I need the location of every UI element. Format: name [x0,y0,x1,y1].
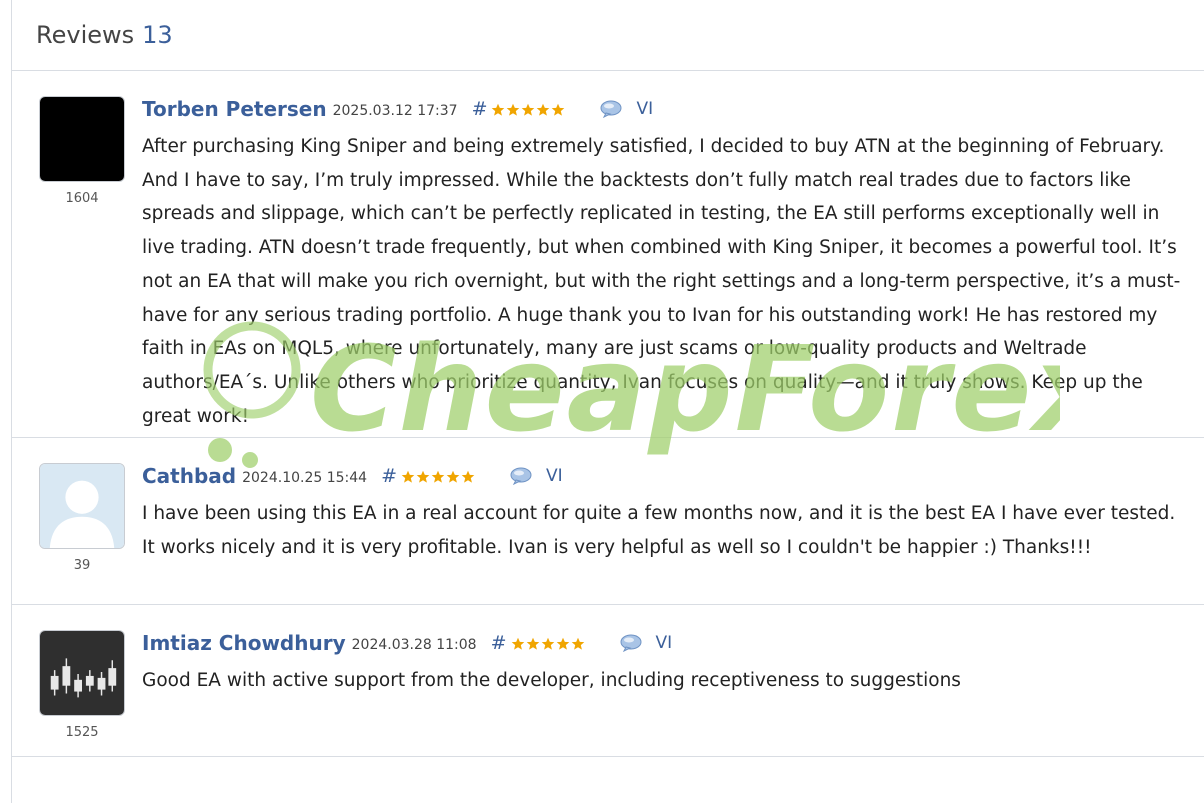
review-author-link[interactable]: Cathbad [142,464,236,488]
review-item: 39 Cathbad 2024.10.25 15:44 # VI I have … [12,438,1204,605]
review-date: 2024.10.25 15:44 [242,470,368,486]
translate-link[interactable]: VI [546,466,563,486]
star-icon [526,637,539,650]
star-rating [511,637,586,651]
star-icon [522,103,535,116]
translate-link[interactable]: VI [656,633,673,653]
star-icon [541,637,554,650]
review-text: After purchasing King Sniper and being e… [142,136,1181,427]
star-icon [571,637,584,650]
review-meta: Torben Petersen 2025.03.12 17:37 # VI [142,96,1186,122]
reviewer-rating: 39 [73,558,91,573]
reviewer-rating: 1604 [65,191,99,206]
star-icon [492,103,505,116]
review-meta: Cathbad 2024.10.25 15:44 # VI [142,463,1186,489]
review-meta: Imtiaz Chowdhury 2024.03.28 11:08 # VI [142,630,1186,656]
reviews-title: Reviews [36,21,135,49]
star-icon [431,470,445,483]
star-rating [491,103,566,117]
comment-icon[interactable] [600,100,622,118]
review-permalink[interactable]: # [381,465,397,487]
review-date: 2025.03.12 17:37 [332,103,458,119]
reviews-header: Reviews 13 [12,0,1204,71]
review-date: 2024.03.28 11:08 [351,637,477,653]
star-rating [401,470,476,484]
review-author-link[interactable]: Torben Petersen [142,97,327,121]
review-author-link[interactable]: Imtiaz Chowdhury [142,631,346,655]
reviewer-rating: 1525 [65,725,99,740]
review-text: Good EA with active support from the dev… [142,670,961,691]
reviewer-info: 1604 [38,96,126,206]
review-item: 1604 Torben Petersen 2025.03.12 17:37 # [12,71,1204,438]
reviewer-info: 1525 [38,630,126,740]
reviews-count[interactable]: 13 [142,21,173,49]
review-item: 1525 Imtiaz Chowdhury 2024.03.28 11:08 # [12,605,1204,757]
star-icon [511,637,524,650]
candlestick-chart-avatar[interactable] [39,630,125,716]
star-icon [461,470,475,483]
star-icon [552,103,565,116]
review-permalink[interactable]: # [472,98,488,120]
reviewer-info: 39 [38,463,126,573]
default-user-avatar[interactable] [39,463,125,549]
star-icon [556,637,569,650]
star-icon [537,103,550,116]
comment-icon[interactable] [510,467,532,485]
star-icon [507,103,520,116]
review-text: I have been using this EA in a real acco… [142,503,1176,558]
star-icon [446,470,460,483]
star-icon [401,470,415,483]
review-permalink[interactable]: # [491,632,507,654]
comment-icon[interactable] [620,634,642,652]
review-content: Imtiaz Chowdhury 2024.03.28 11:08 # VI G… [142,630,1186,698]
star-icon [416,470,430,483]
reviews-panel: Reviews 13 1604 Torben Petersen 2025.03.… [11,0,1204,803]
black-square-avatar[interactable] [39,96,125,182]
review-content: Torben Petersen 2025.03.12 17:37 # VI Af… [142,96,1186,433]
translate-link[interactable]: VI [636,99,653,119]
review-content: Cathbad 2024.10.25 15:44 # VI I have bee… [142,463,1186,564]
